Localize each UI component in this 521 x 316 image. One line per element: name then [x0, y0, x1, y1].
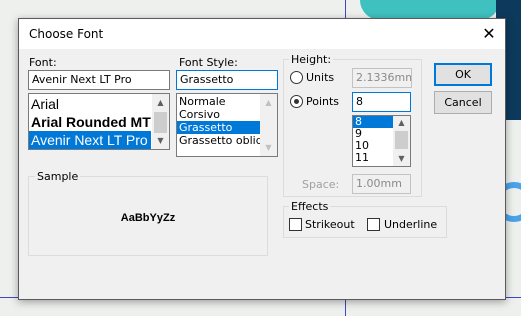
font-style-item[interactable]: Corsivo: [177, 108, 261, 121]
scroll-up-icon[interactable]: ▲: [260, 94, 277, 111]
scroll-thumb[interactable]: [395, 131, 408, 149]
sample-text: AaBbYyZz: [120, 212, 176, 224]
dialog-title: Choose Font: [29, 27, 104, 41]
font-listbox[interactable]: Arial Arial Rounded MT Avenir Next LT Pr…: [28, 93, 170, 150]
space-label: Space:: [302, 178, 340, 191]
scroll-down-icon[interactable]: ▼: [393, 152, 410, 166]
units-label: Units: [306, 71, 335, 84]
scroll-thumb[interactable]: [154, 112, 167, 133]
scroll-down-icon[interactable]: ▼: [152, 132, 169, 149]
points-item[interactable]: 9: [353, 128, 393, 140]
strikeout-label: Strikeout: [305, 218, 355, 231]
font-style-item[interactable]: Normale: [177, 95, 261, 108]
font-list-item[interactable]: Arial Rounded MT: [29, 113, 151, 131]
points-scrollbar[interactable]: ▲ ▼: [393, 116, 410, 166]
font-list-item[interactable]: Arial: [29, 95, 151, 113]
font-style-label: Font Style:: [179, 56, 238, 69]
height-group-label: Height:: [289, 53, 334, 66]
points-label: Points: [306, 95, 340, 108]
font-style-input[interactable]: Grassetto: [176, 70, 278, 90]
units-radio[interactable]: [290, 71, 303, 84]
points-item[interactable]: 10: [353, 140, 393, 152]
sample-group-label: Sample: [35, 170, 81, 183]
font-list-scrollbar[interactable]: ▲ ▼: [152, 94, 169, 149]
close-icon[interactable]: ✕: [477, 22, 501, 46]
units-value-input[interactable]: 2.1336mm: [352, 68, 412, 88]
effects-group-label: Effects: [289, 200, 331, 213]
points-radio[interactable]: [290, 95, 303, 108]
points-value-input[interactable]: 8: [352, 92, 411, 112]
ok-button[interactable]: OK: [434, 63, 492, 86]
points-listbox[interactable]: 8 9 10 11 ▲ ▼: [352, 115, 411, 167]
choose-font-dialog: Choose Font ✕ Font: Avenir Next LT Pro A…: [18, 18, 506, 300]
scroll-up-icon[interactable]: ▲: [393, 116, 410, 130]
strikeout-checkbox[interactable]: [289, 218, 302, 231]
space-value-input[interactable]: 1.00mm: [352, 174, 411, 194]
cancel-button[interactable]: Cancel: [434, 91, 492, 114]
font-style-item-selected[interactable]: Grassetto: [177, 121, 261, 134]
scroll-up-icon[interactable]: ▲: [152, 94, 169, 111]
font-list-item-selected[interactable]: Avenir Next LT Pro: [29, 131, 151, 149]
points-item[interactable]: 11: [353, 152, 393, 164]
background-teal-shape: [360, 0, 500, 20]
title-bar: Choose Font ✕: [19, 19, 505, 49]
points-item-selected[interactable]: 8: [353, 116, 393, 128]
font-style-item[interactable]: Grassetto obliqu: [177, 134, 261, 147]
underline-label: Underline: [384, 218, 438, 231]
font-style-listbox[interactable]: Normale Corsivo Grassetto Grassetto obli…: [176, 93, 278, 157]
font-style-scrollbar[interactable]: ▲ ▼: [260, 94, 277, 156]
font-name-input[interactable]: Avenir Next LT Pro: [28, 70, 170, 90]
font-label: Font:: [29, 56, 57, 69]
underline-checkbox[interactable]: [367, 218, 380, 231]
scroll-down-icon[interactable]: ▼: [260, 139, 277, 156]
